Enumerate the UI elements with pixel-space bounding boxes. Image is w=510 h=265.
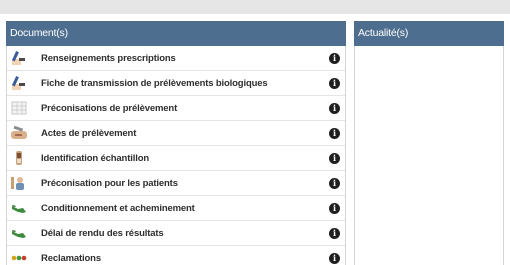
document-row-delai-rendu[interactable]: Délai de rendu des résultats i xyxy=(7,221,345,246)
document-label: Préconisations de prélèvement xyxy=(41,103,178,114)
document-row-fiche-transmission[interactable]: Fiche de transmission de prélèvements bi… xyxy=(7,71,345,96)
person-icon xyxy=(11,175,27,191)
hand-shake-icon xyxy=(11,200,27,216)
document-label: Reclamations xyxy=(41,253,101,264)
info-icon[interactable]: i xyxy=(329,228,340,239)
info-icon[interactable]: i xyxy=(329,53,340,64)
document-row-conditionnement[interactable]: Conditionnement et acheminement i xyxy=(7,196,345,221)
news-panel: Actualité(s) xyxy=(354,21,504,265)
document-label: Préconisation pour les patients xyxy=(41,178,178,189)
info-icon[interactable]: i xyxy=(329,103,340,114)
hand-writing-icon xyxy=(11,75,27,91)
document-row-identification-echantillon[interactable]: Identification échantillon i xyxy=(7,146,345,171)
traffic-dots-icon xyxy=(11,250,27,265)
documents-panel-title: Document(s) xyxy=(6,21,346,46)
document-label: Renseignements prescriptions xyxy=(41,53,176,64)
info-icon[interactable]: i xyxy=(329,178,340,189)
document-row-actes-prelevement[interactable]: Actes de prélèvement i xyxy=(7,121,345,146)
table-sheet-icon xyxy=(11,100,27,116)
info-icon[interactable]: i xyxy=(329,128,340,139)
document-row-reclamations[interactable]: Reclamations i xyxy=(7,246,345,265)
document-label: Actes de prélèvement xyxy=(41,128,137,139)
info-icon[interactable]: i xyxy=(329,253,340,264)
documents-list: Renseignements prescriptions i Fiche de … xyxy=(6,46,346,265)
news-panel-title: Actualité(s) xyxy=(354,21,504,46)
document-row-preconisation-patients[interactable]: Préconisation pour les patients i xyxy=(7,171,345,196)
info-icon[interactable]: i xyxy=(329,78,340,89)
document-row-preconisations-prelevement[interactable]: Préconisations de prélèvement i xyxy=(7,96,345,121)
document-label: Conditionnement et acheminement xyxy=(41,203,195,214)
info-icon[interactable]: i xyxy=(329,203,340,214)
documents-panel: Document(s) Renseignements prescriptions… xyxy=(6,21,346,265)
document-row-renseignements[interactable]: Renseignements prescriptions i xyxy=(7,46,345,71)
syringe-arm-icon xyxy=(11,125,27,141)
hand-writing-icon xyxy=(11,50,27,66)
document-label: Fiche de transmission de prélèvements bi… xyxy=(41,78,268,89)
news-content xyxy=(354,46,504,265)
hand-shake-icon xyxy=(11,225,27,241)
info-icon[interactable]: i xyxy=(329,153,340,164)
sample-tube-icon xyxy=(11,150,27,166)
top-strip xyxy=(0,0,510,14)
document-label: Délai de rendu des résultats xyxy=(41,228,164,239)
document-label: Identification échantillon xyxy=(41,153,149,164)
